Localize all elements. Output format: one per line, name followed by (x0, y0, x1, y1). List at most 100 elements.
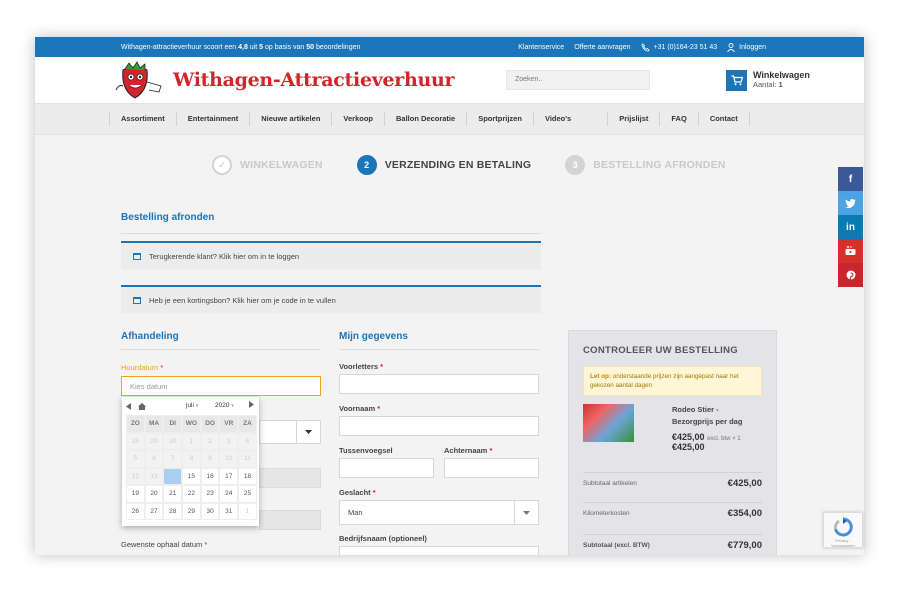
calendar-day[interactable]: 16 (200, 467, 220, 485)
price-notice: Let op: onderstaande prijzen zijn aangep… (583, 366, 762, 396)
row-value: €425,00 (727, 478, 762, 489)
nav-faq[interactable]: FAQ (659, 112, 697, 126)
voorletters-label: Voorletters * (339, 362, 384, 371)
pinterest-icon[interactable] (838, 263, 863, 287)
calendar-day: 3 (219, 432, 239, 450)
nav-entertainment[interactable]: Entertainment (175, 112, 249, 126)
achternaam-input[interactable] (444, 458, 539, 478)
calendar-day[interactable]: 19 (126, 485, 145, 503)
klantenservice-link[interactable]: Klantenservice (518, 44, 564, 51)
rating-mid: uit (247, 43, 260, 51)
step-winkelwagen[interactable]: ✓ WINKELWAGEN (212, 155, 323, 175)
calendar-day[interactable]: 28 (163, 502, 183, 520)
day-header: WO (182, 415, 201, 433)
geslacht-select[interactable]: Man (339, 500, 539, 525)
hidden-select[interactable] (259, 420, 321, 444)
calendar-day[interactable]: 31 (219, 502, 239, 520)
order-summary: CONTROLEER UW BESTELLING Let op: onderst… (568, 330, 777, 555)
gegevens-title: Mijn gegevens (339, 331, 408, 342)
bedrijfsnaam-input[interactable] (339, 546, 539, 555)
returning-customer-notice: Terugkerende klant? Klik hier om in te l… (121, 241, 541, 269)
calendar-day[interactable]: 27 (144, 502, 164, 520)
voorletters-label-text: Voorletters (339, 362, 379, 371)
line-total: €425,00 (672, 442, 705, 452)
calendar-day[interactable]: 24 (219, 485, 239, 503)
calendar-window-icon (133, 296, 141, 304)
returning-prefix: Terugkerende klant? (149, 251, 220, 261)
day-header: MA (144, 415, 164, 433)
social-sidebar: f in (838, 167, 863, 287)
recaptcha-badge[interactable]: Privacy - Voorwaarden (823, 512, 863, 548)
product-name-line2: Bezorgprijs per dag (672, 417, 743, 426)
search-input[interactable]: Zoeken.. (506, 70, 650, 90)
month-select[interactable]: juli ▾ (186, 402, 198, 409)
calendar-day-today[interactable] (163, 467, 183, 485)
calendar-day[interactable]: 21 (163, 485, 183, 503)
login-link[interactable]: Inloggen (727, 42, 766, 52)
cart-icon (726, 70, 747, 91)
calendar-day[interactable]: 22 (182, 485, 201, 503)
cart-widget[interactable]: Winkelwagen Aantal: 1 (726, 70, 810, 91)
product-name-line1[interactable]: Rodeo Stier - (672, 404, 742, 416)
rating-mid2: op basis van (263, 43, 307, 51)
disabled-field (259, 510, 321, 530)
nav-verkoop[interactable]: Verkoop (331, 112, 384, 126)
voorletters-input[interactable] (339, 374, 539, 394)
nav-nieuwe-artikelen[interactable]: Nieuwe artikelen (249, 112, 331, 126)
calendar-day: 30 (163, 432, 183, 450)
phone-icon (640, 42, 650, 52)
year-select[interactable]: 2020 ▾ (215, 402, 234, 409)
huurdatum-label-text: Huurdatum (121, 363, 159, 372)
step-afronden: 3 BESTELLING AFRONDEN (565, 155, 725, 175)
calendar-day[interactable]: 29 (182, 502, 201, 520)
nav-videos[interactable]: Video's (532, 112, 607, 126)
calendar-day[interactable]: 30 (200, 502, 220, 520)
offerte-link[interactable]: Offerte aanvragen (574, 44, 630, 51)
datepicker-popup: juli ▾ 2020 ▾ ZO MA DI WO DO VR ZA 28 29… (122, 397, 259, 526)
calendar-day: 28 (126, 432, 145, 450)
nav-contact[interactable]: Contact (697, 112, 750, 126)
nav-sportprijzen[interactable]: Sportprijzen (466, 112, 533, 126)
voornaam-input[interactable] (339, 416, 539, 436)
phone-link[interactable]: +31 (0)164-23 51 43 (640, 42, 717, 52)
geslacht-label-text: Geslacht (339, 488, 371, 497)
calendar-day[interactable]: 15 (182, 467, 201, 485)
calendar-day[interactable]: 17 (219, 467, 239, 485)
tussenvoegsel-input[interactable] (339, 458, 434, 478)
nav-prijslijst[interactable]: Prijslijst (607, 112, 659, 126)
calendar-day: 7 (163, 450, 183, 468)
prev-month-icon[interactable] (126, 403, 132, 410)
product-image[interactable] (583, 404, 634, 442)
home-icon[interactable] (138, 402, 146, 410)
day-header: DI (163, 415, 183, 433)
next-month-icon[interactable] (248, 401, 254, 408)
row-value: €354,00 (727, 508, 762, 519)
calendar-day[interactable]: 26 (126, 502, 145, 520)
login-prompt-link[interactable]: Klik hier om in te loggen (219, 252, 299, 261)
cart-product: Rodeo Stier - Bezorgprijs per dag €425,0… (583, 404, 762, 452)
summary-title: CONTROLEER UW BESTELLING (583, 345, 738, 356)
calendar-day[interactable]: 23 (200, 485, 220, 503)
calendar-day: 9 (200, 450, 220, 468)
calendar-day[interactable]: 1 (238, 502, 257, 520)
youtube-icon[interactable] (838, 239, 863, 263)
calendar-day: 29 (144, 432, 164, 450)
nav-ballon-decoratie[interactable]: Ballon Decoratie (384, 112, 466, 126)
calendar-day[interactable]: 18 (238, 467, 257, 485)
nav-assortiment[interactable]: Assortiment (109, 112, 176, 126)
linkedin-icon[interactable]: in (838, 215, 863, 239)
twitter-icon[interactable] (838, 191, 863, 215)
brand-name[interactable]: Withagen-Attractieverhuur (173, 69, 455, 91)
recaptcha-icon (833, 517, 853, 537)
calendar-day[interactable]: 25 (238, 485, 257, 503)
calendar-day[interactable]: 20 (144, 485, 164, 503)
day-header: ZA (238, 415, 257, 433)
year-value: 2020 (215, 402, 230, 409)
huurdatum-input[interactable]: Kies datum (121, 376, 321, 396)
coupon-link[interactable]: Klik hier om je code in te vullen (232, 296, 335, 305)
chevron-down-icon (296, 421, 320, 443)
checkout-steps: ✓ WINKELWAGEN 2 VERZENDING EN BETALING 3… (212, 155, 760, 175)
facebook-icon[interactable]: f (838, 167, 863, 191)
strawberry-logo-icon[interactable] (115, 60, 165, 100)
rating-count: 50 (306, 43, 315, 51)
